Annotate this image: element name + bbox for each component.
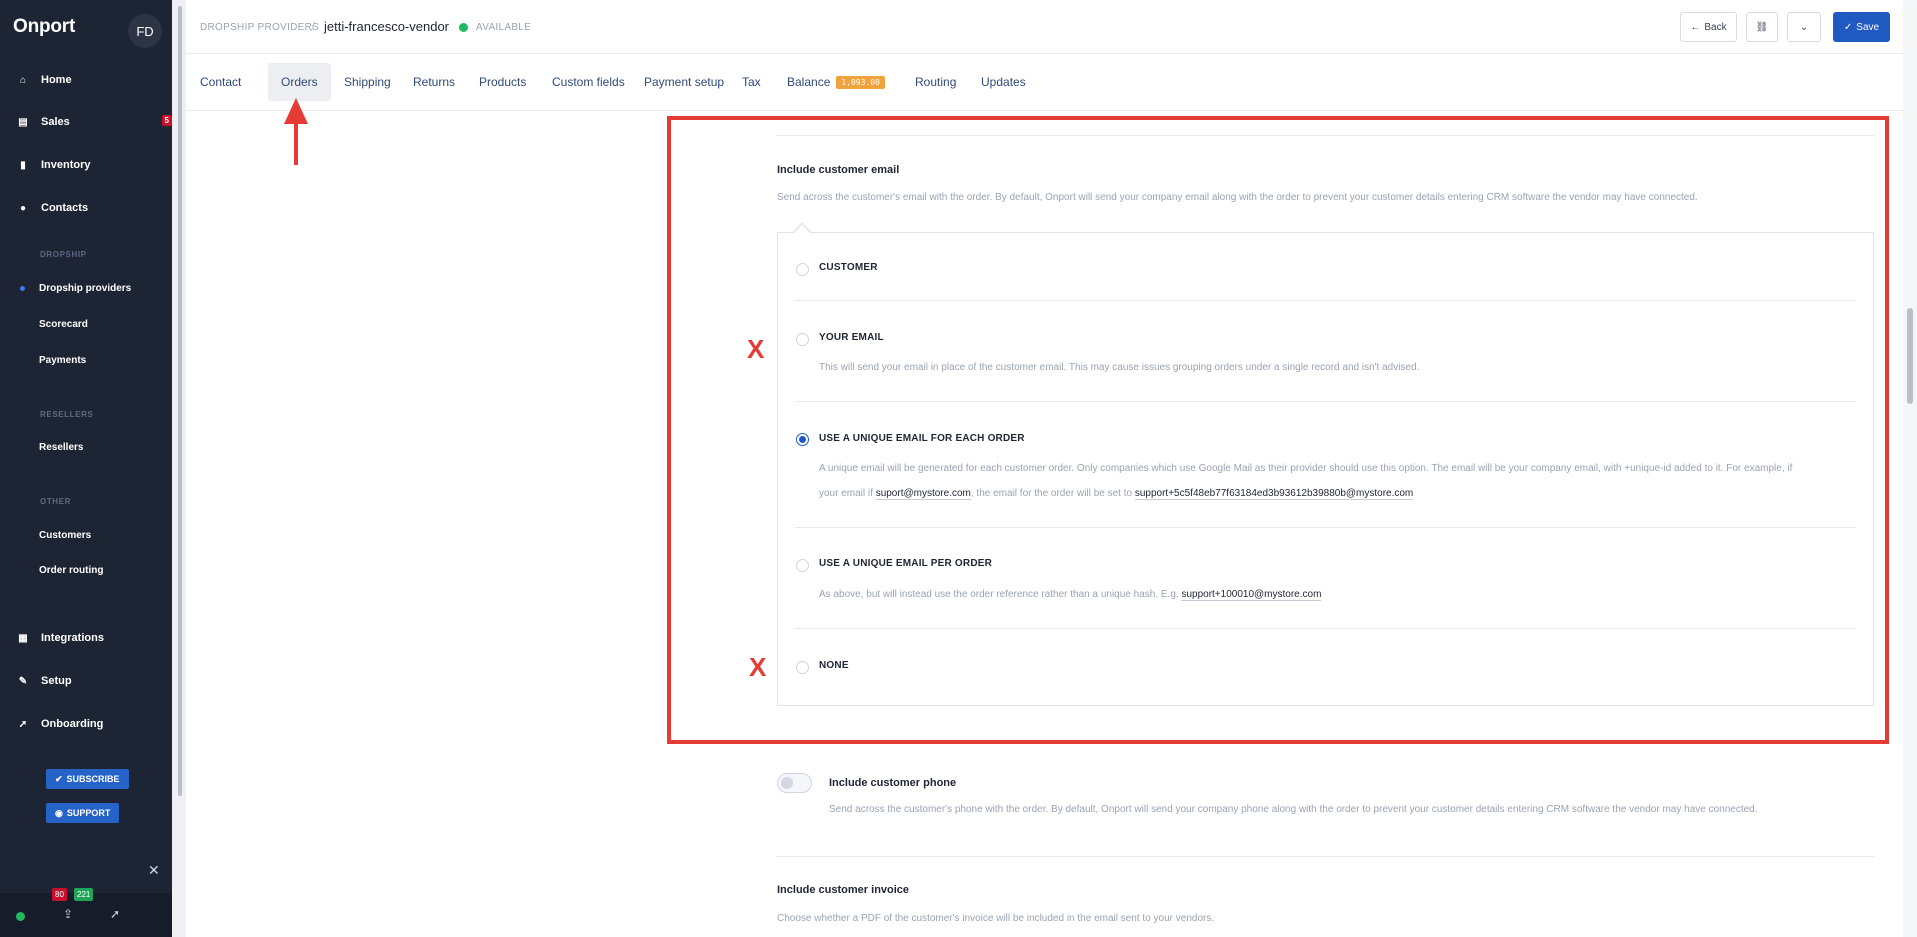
tab-custom-fields[interactable]: Custom fields xyxy=(539,63,638,101)
close-icon[interactable]: ✕ xyxy=(148,862,160,879)
link-button[interactable]: ⛓ xyxy=(1746,12,1778,42)
active-indicator xyxy=(20,286,25,291)
nav-inventory-label: Inventory xyxy=(41,159,91,171)
annotation-arrow-shaft xyxy=(294,116,298,165)
tab-products[interactable]: Products xyxy=(466,63,539,101)
bookmark-icon: ▮ xyxy=(20,159,26,171)
tab-bar: Contact Orders Shipping Returns Products… xyxy=(186,55,1903,111)
breadcrumb-separator: / xyxy=(311,19,315,34)
link-icon: ⛓ xyxy=(1755,21,1769,33)
cart-icon: ▤ xyxy=(18,116,28,128)
page-scrollbar[interactable] xyxy=(1903,0,1917,937)
back-button[interactable]: ← Back xyxy=(1680,12,1737,42)
tab-orders[interactable]: Orders xyxy=(268,63,331,101)
page-scrollbar-thumb[interactable] xyxy=(1907,308,1913,404)
sidebar: Onport FD ⌂ Home ▤ Sales 5 ▮ Inventory ●… xyxy=(0,0,172,937)
chevron-down-icon: ⌄ xyxy=(1799,21,1809,33)
nav-contacts-label: Contacts xyxy=(41,202,89,214)
status-badge: AVAILABLE xyxy=(476,22,532,33)
sales-badge: 5 xyxy=(161,115,172,126)
rocket-launch-icon[interactable]: ➚ xyxy=(110,907,120,921)
tab-payment-setup[interactable]: Payment setup xyxy=(631,63,737,101)
sidebar-item-payments[interactable]: Payments xyxy=(39,355,86,366)
phone-field-description: Send across the customer's phone with th… xyxy=(829,804,1758,815)
annotation-x-mark: X xyxy=(749,652,767,682)
invoice-field-description: Choose whether a PDF of the customer's i… xyxy=(777,913,1215,924)
online-status-dot xyxy=(16,912,25,921)
section-dropship: DROPSHIP xyxy=(40,250,87,259)
annotation-x-mark: X xyxy=(747,334,765,364)
tab-updates[interactable]: Updates xyxy=(968,63,1039,101)
sidebar-scrollbar-thumb[interactable] xyxy=(178,6,182,796)
nav-onboarding-label: Onboarding xyxy=(41,718,104,730)
page-header: DROPSHIP PROVIDERS / jetti-francesco-ven… xyxy=(186,0,1903,54)
divider xyxy=(777,856,1874,857)
upload-icon[interactable]: ⇪ xyxy=(63,907,73,921)
notification-badge-red[interactable]: 80 xyxy=(52,888,67,901)
tab-tax[interactable]: Tax xyxy=(729,63,774,101)
nav-home-label: Home xyxy=(41,74,72,86)
back-label: Back xyxy=(1704,21,1727,33)
user-avatar[interactable]: FD xyxy=(128,14,162,48)
page-title: jetti-francesco-vendor xyxy=(324,19,449,34)
more-dropdown-button[interactable]: ⌄ xyxy=(1787,12,1821,42)
nav-setup-label: Setup xyxy=(41,675,72,687)
sidebar-item-order-routing[interactable]: Order routing xyxy=(39,565,103,576)
balance-badge: 1,093.00 xyxy=(836,75,885,89)
support-label: SUPPORT xyxy=(66,808,111,818)
tab-returns[interactable]: Returns xyxy=(400,63,468,101)
nav-sales[interactable]: ▤ Sales 5 xyxy=(0,106,172,138)
include-phone-toggle[interactable] xyxy=(777,773,812,793)
save-button[interactable]: ✓ Save xyxy=(1833,12,1890,42)
annotation-highlight-box xyxy=(667,116,1889,744)
section-resellers: RESELLERS xyxy=(40,410,94,419)
section-other: OTHER xyxy=(40,497,71,506)
home-icon: ⌂ xyxy=(19,74,27,86)
breadcrumb-root[interactable]: DROPSHIP PROVIDERS xyxy=(200,22,319,33)
nav-contacts[interactable]: ● Contacts xyxy=(0,192,172,224)
rocket-icon: ➚ xyxy=(18,718,28,730)
invoice-field-title: Include customer invoice xyxy=(777,884,910,896)
help-icon: ◉ xyxy=(55,807,63,818)
sidebar-item-dropship-providers[interactable]: Dropship providers xyxy=(39,283,131,294)
check-icon: ✔ xyxy=(55,773,63,784)
nav-setup[interactable]: ✎ Setup xyxy=(0,665,172,697)
subscribe-label: SUBSCRIBE xyxy=(66,774,120,784)
tab-routing[interactable]: Routing xyxy=(902,63,969,101)
nav-integrations[interactable]: ▦ Integrations xyxy=(0,622,172,654)
phone-field-title: Include customer phone xyxy=(829,777,957,789)
sidebar-item-scorecard[interactable]: Scorecard xyxy=(39,319,88,330)
tab-balance[interactable]: Balance 1,093.00 xyxy=(774,63,898,101)
subscribe-button[interactable]: ✔ SUBSCRIBE xyxy=(46,769,129,789)
nav-home[interactable]: ⌂ Home xyxy=(0,64,172,96)
nav-inventory[interactable]: ▮ Inventory xyxy=(0,149,172,181)
notification-badge-green[interactable]: 221 xyxy=(74,888,94,901)
nav-integrations-label: Integrations xyxy=(41,632,104,644)
tab-balance-label: Balance xyxy=(787,75,831,89)
user-icon: ● xyxy=(19,202,27,214)
sidebar-item-resellers[interactable]: Resellers xyxy=(39,442,83,453)
wrench-icon: ✎ xyxy=(18,675,28,687)
nav-sales-label: Sales xyxy=(41,116,70,128)
tab-contact[interactable]: Contact xyxy=(187,63,254,101)
grid-icon: ▦ xyxy=(18,632,28,644)
tab-shipping[interactable]: Shipping xyxy=(331,63,404,101)
app-logo[interactable]: Onport xyxy=(13,16,75,38)
support-button[interactable]: ◉ SUPPORT xyxy=(46,803,120,823)
check-icon: ✓ xyxy=(1843,21,1853,33)
nav-onboarding[interactable]: ➚ Onboarding xyxy=(0,708,172,740)
arrow-left-icon: ← xyxy=(1690,21,1701,33)
save-label: Save xyxy=(1856,21,1880,33)
status-dot xyxy=(459,23,468,32)
sidebar-footer xyxy=(0,893,186,937)
sidebar-item-customers[interactable]: Customers xyxy=(39,530,91,541)
